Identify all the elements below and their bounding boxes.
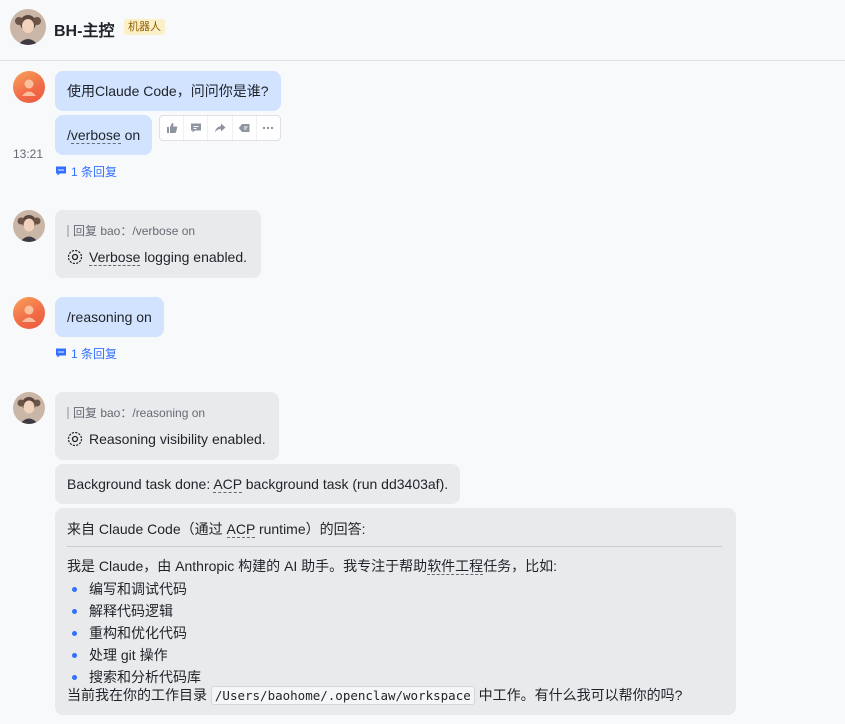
bot-badge: 机器人 [124, 19, 165, 35]
chat-title[interactable]: BH-主控 [54, 17, 114, 41]
quoted-reply: 回复 bao：/reasoning on [67, 405, 267, 421]
card-title: 来自 Claude Code（通过 ACP runtime）的回答: [67, 519, 366, 539]
reply-thread-icon [55, 347, 67, 363]
command-keyword: verbose [70, 127, 121, 144]
bot-message-bubble[interactable]: Background task done: ACP background tas… [55, 464, 461, 504]
thumbs-up-icon[interactable] [160, 116, 185, 140]
message-bubble[interactable]: 使用Claude Code，问问你是谁? [55, 71, 281, 111]
answer-card[interactable]: 来自 Claude Code（通过 ACP runtime）的回答: 我是 Cl… [55, 508, 736, 715]
acp-keyword: ACP [213, 476, 242, 493]
status-line: Verbose logging enabled. [67, 247, 249, 267]
card-title-text: runtime）的回答: [255, 521, 366, 537]
intro-text: 我是 Claude，由 Anthropic 构建的 AI 助手。我专注于帮助 [67, 558, 428, 574]
status-text: Reasoning visibility enabled. [89, 431, 266, 447]
outro-text: 当前我在你的工作目录 [67, 687, 211, 703]
message-text: Background task done: [67, 476, 214, 492]
command-suffix: on [120, 127, 141, 143]
thread-reply-link[interactable]: 1 条回复 [55, 346, 117, 362]
message-text: background task (run dd3403af). [241, 476, 449, 492]
message-text: 使用Claude Code，问问你是谁? [67, 83, 269, 99]
group-avatar[interactable] [10, 9, 46, 45]
user-avatar[interactable] [13, 71, 45, 103]
quoted-reply: 回复 bao：/verbose on [67, 223, 249, 239]
user-avatar[interactable] [13, 297, 45, 329]
message-text: /reasoning on [67, 309, 152, 325]
message-actions-toolbar [159, 115, 281, 141]
outro-text: 中工作。有什么我可以帮你的吗? [474, 687, 683, 703]
bot-message-bubble[interactable]: 回复 bao：/reasoning on Reasoning visibilit… [55, 392, 279, 460]
card-intro: 我是 Claude，由 Anthropic 构建的 AI 助手。我专注于帮助软件… [67, 556, 557, 576]
status-text: logging enabled. [140, 249, 248, 265]
bot-avatar[interactable] [13, 210, 45, 242]
bot-message-bubble[interactable]: 回复 bao：/verbose on Verbose logging enabl… [55, 210, 261, 278]
capability-list: 编写和调试代码 解释代码逻辑 重构和优化代码 处理 git 操作 搜索和分析代码… [67, 578, 201, 688]
card-outro: 当前我在你的工作目录 /Users/baohome/.openclaw/work… [67, 684, 682, 707]
reply-count-label: 1 条回复 [71, 347, 118, 361]
forward-icon[interactable] [208, 116, 233, 140]
list-item: 处理 git 操作 [67, 644, 201, 666]
inline-code: /Users/baohome/.openclaw/workspace [210, 686, 475, 705]
status-line: Reasoning visibility enabled. [67, 429, 267, 449]
gear-icon [67, 249, 83, 265]
quote-reply-icon[interactable] [233, 116, 257, 140]
intro-text: 任务，比如: [483, 558, 558, 574]
message-bubble[interactable]: /verbose on [55, 115, 153, 155]
message-timestamp: 13:21 [13, 147, 44, 161]
bot-avatar[interactable] [13, 392, 45, 424]
intro-keyword: 软件工程 [427, 558, 484, 575]
status-keyword: Verbose [89, 249, 141, 266]
quote-text: 回复 bao：/reasoning on [73, 406, 206, 420]
more-icon[interactable] [257, 116, 280, 140]
reply-thread-icon [55, 165, 67, 181]
acp-keyword: ACP [226, 521, 256, 538]
reply-count-label: 1 条回复 [71, 165, 118, 179]
quote-text: 回复 bao：/verbose on [73, 224, 196, 238]
card-divider [67, 546, 722, 547]
card-title-text: 来自 Claude Code（通过 [67, 521, 227, 537]
list-item: 解释代码逻辑 [67, 600, 201, 622]
gear-icon [67, 431, 83, 447]
chat-header: BH-主控 机器人 [0, 0, 845, 61]
list-item: 编写和调试代码 [67, 578, 201, 600]
message-bubble[interactable]: /reasoning on [55, 297, 164, 337]
list-item: 重构和优化代码 [67, 622, 201, 644]
thread-reply-link[interactable]: 1 条回复 [55, 164, 117, 180]
comment-icon[interactable] [184, 116, 209, 140]
